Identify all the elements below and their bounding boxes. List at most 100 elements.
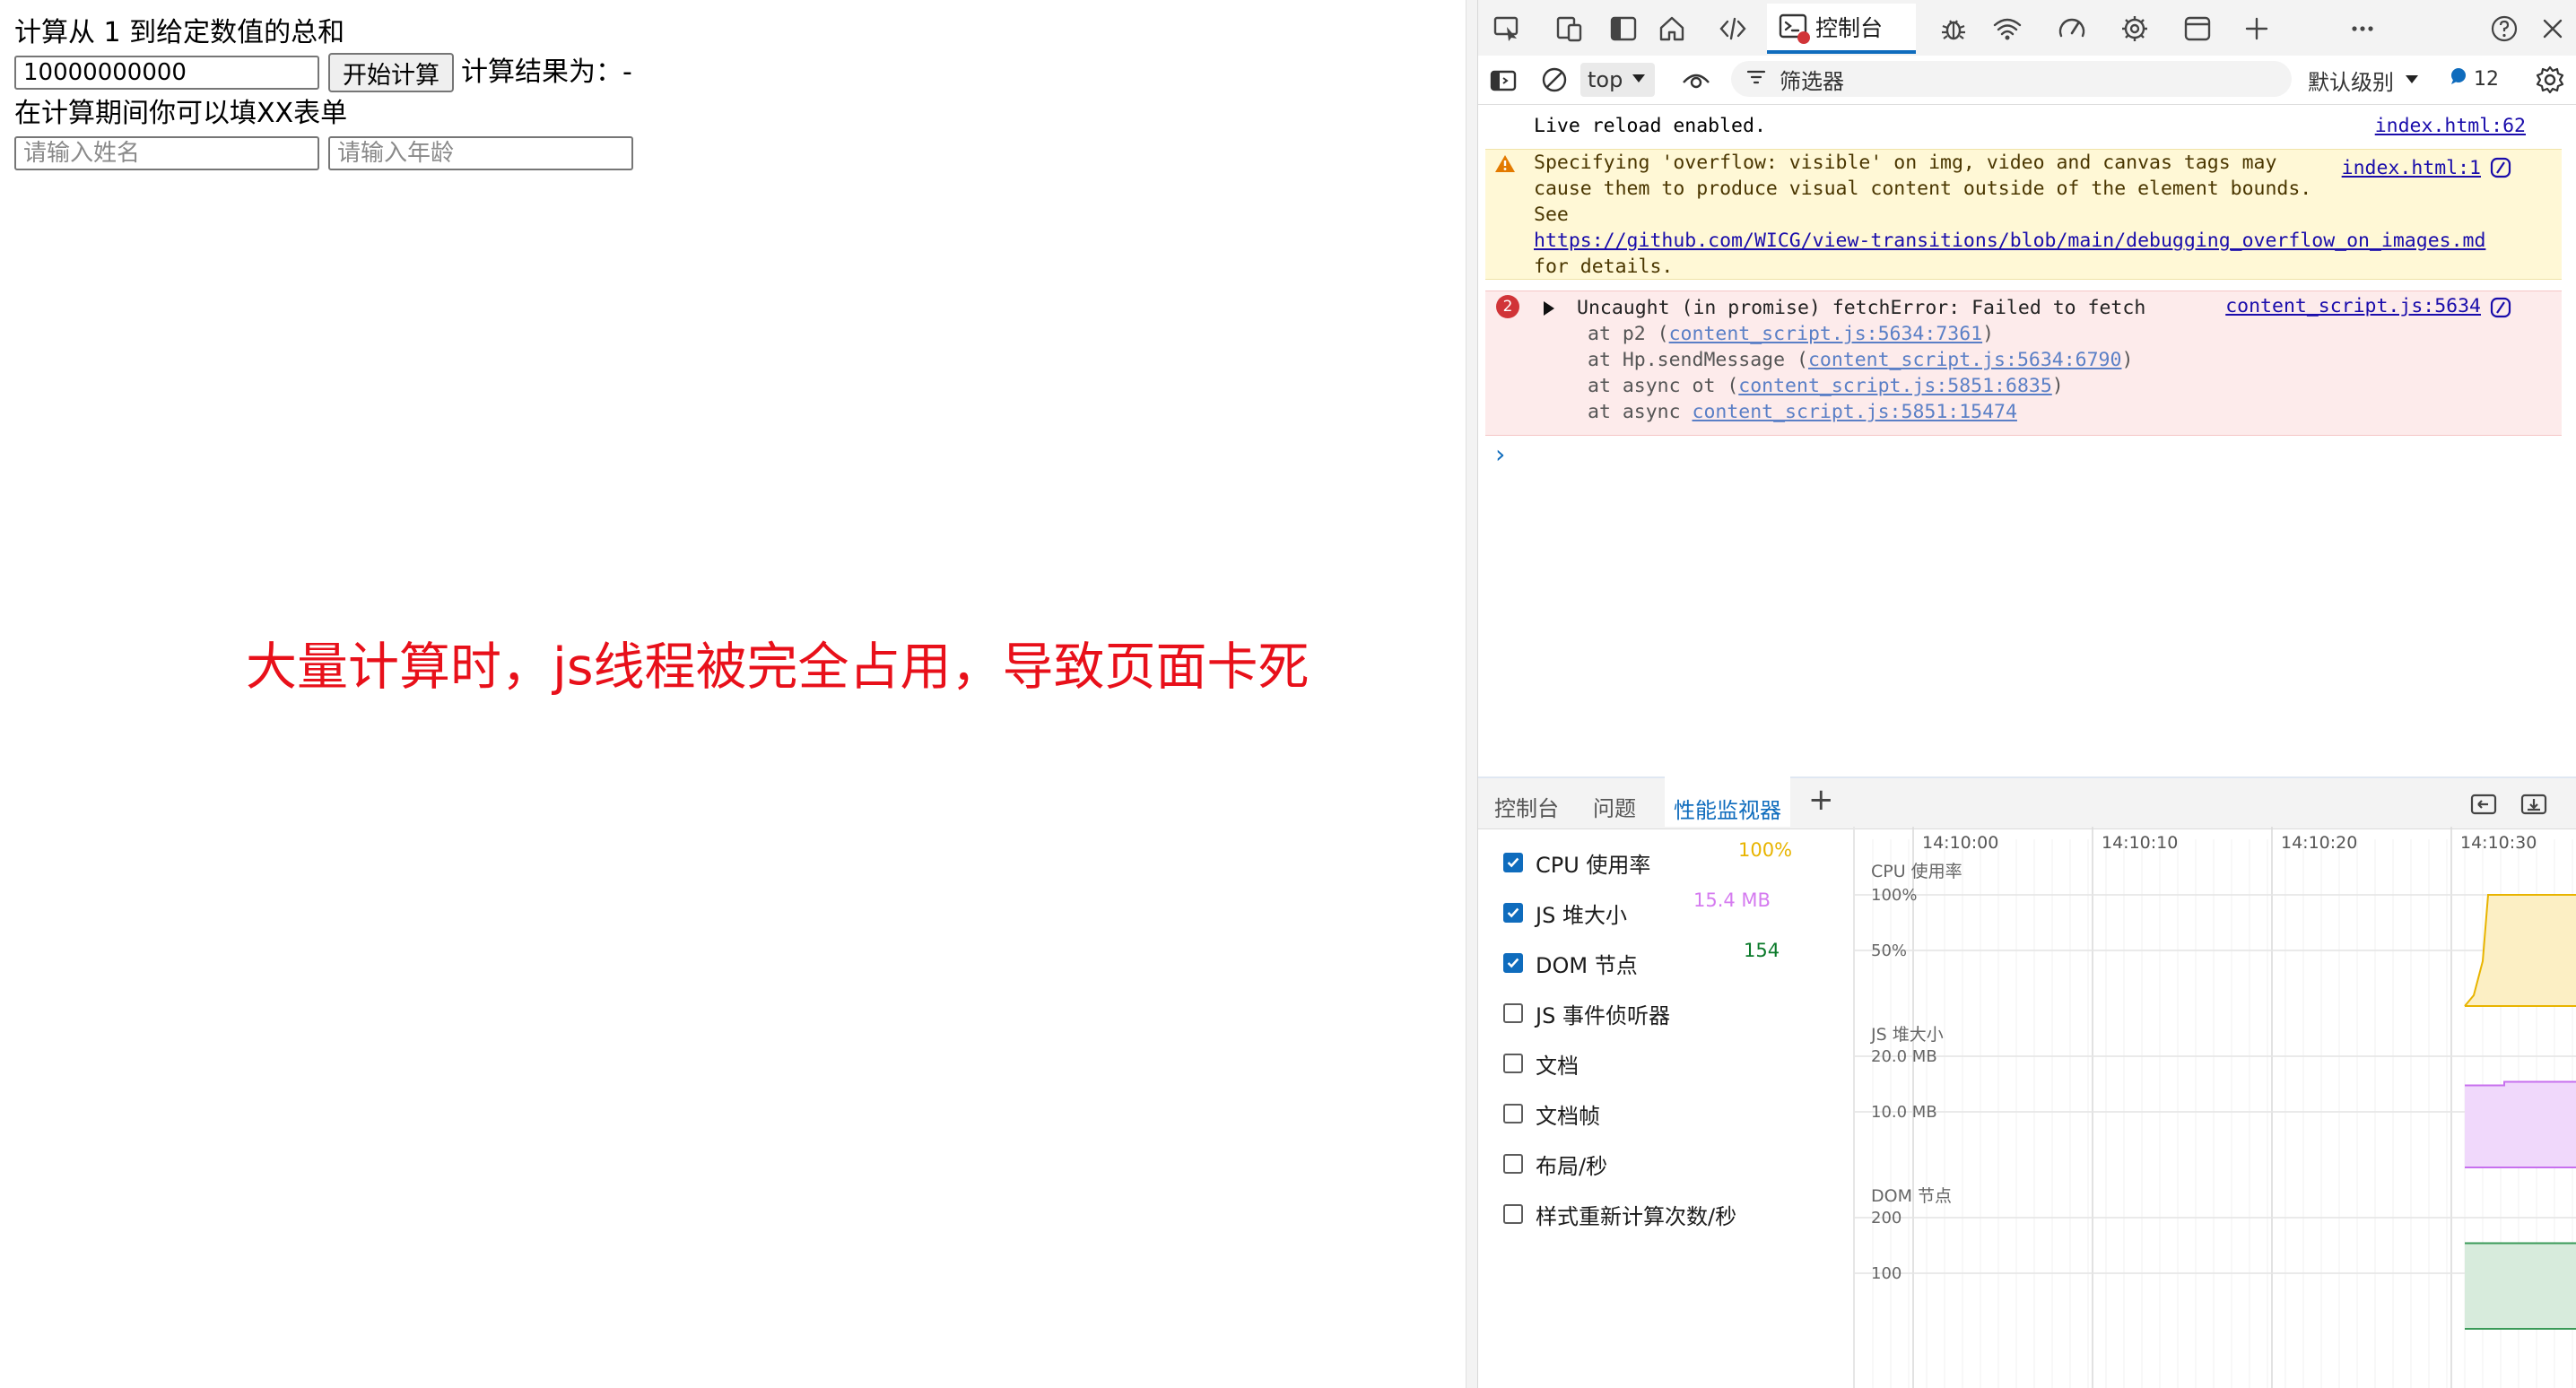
value-tick-label: 200 [1871,1209,1902,1228]
age-input[interactable] [328,136,633,170]
metric-checkbox[interactable] [1503,1204,1523,1224]
filter-input[interactable]: 筛选器 [1731,61,2292,97]
value-tick-label: 50% [1871,941,1907,960]
chart-title: JS 堆大小 [1870,1025,1944,1045]
metric-row[interactable]: DOM 节点 [1503,945,1638,981]
dropdown-arrow-icon [1630,67,1648,92]
number-input[interactable] [14,56,319,90]
metric-row[interactable]: 布局/秒 [1503,1146,1607,1182]
page-heading: 计算从 1 到给定数值的总和 [14,17,345,48]
live-expression-eye-icon[interactable] [1681,65,1711,95]
console-message-warning: Specifying 'overflow: visible' on img, v… [1485,149,2562,280]
stack-frame-link[interactable]: content_script.js:5851:15474 [1693,401,2017,423]
error-count-badge: 2 [1496,295,1519,318]
drawer-tab-issues[interactable]: 问题 [1593,791,1636,822]
stack-frame: at Hp.sendMessage (content_script.js:563… [1588,349,2134,371]
metric-current-value: 100% [1738,839,1793,861]
metric-row[interactable]: 文档 [1503,1045,1579,1081]
metric-checkbox[interactable] [1503,1154,1523,1174]
drawer-tab-console[interactable]: 控制台 [1494,791,1559,822]
stack-frame-link[interactable]: content_script.js:5634:6790 [1808,349,2122,371]
more-options-icon[interactable] [2345,11,2380,47]
copilot-explain-icon[interactable] [2488,155,2513,187]
dock-sidebar-icon[interactable] [1606,11,1641,47]
welcome-home-icon[interactable] [1654,11,1690,47]
value-tick-label: 100 [1871,1264,1902,1283]
value-tick-label: 10.0 MB [1871,1103,1937,1122]
clear-console-icon[interactable] [1539,65,1570,95]
performance-gauge-icon[interactable] [2054,11,2090,47]
console-message-error: 2 Uncaught (in promise) fetchError: Fail… [1485,291,2562,436]
web-page: 计算从 1 到给定数值的总和 开始计算 计算结果为：- 在计算期间你可以填XX表… [0,0,1466,1388]
message-source-link[interactable]: content_script.js:5634 [2225,293,2481,319]
time-tick-label: 14:10:10 [2102,833,2178,853]
metric-checkbox[interactable] [1503,1003,1523,1023]
context-select[interactable]: top [1580,63,1656,97]
heap-area-series [2465,1081,2576,1167]
metric-row[interactable]: JS 堆大小 [1503,895,1627,931]
dropdown-arrow-icon [2403,68,2421,93]
console-prompt[interactable]: › [1493,441,1508,467]
start-button[interactable]: 开始计算 [328,53,454,92]
devtools-resize-handle[interactable] [1466,0,1478,1388]
close-drawer-icon[interactable] [2519,789,2549,823]
warning-url-link[interactable]: https://github.com/WICG/view-transitions… [1534,230,2485,252]
chart-title: CPU 使用率 [1871,862,1962,881]
metric-checkbox[interactable] [1503,1104,1523,1123]
copilot-explain-icon[interactable] [2488,295,2513,327]
message-count-value: 12 [2474,67,2499,91]
metric-row[interactable]: CPU 使用率 [1503,845,1650,881]
metric-row[interactable]: 样式重新计算次数/秒 [1503,1196,1736,1232]
metric-row[interactable]: JS 事件侦听器 [1503,995,1670,1031]
metric-label: 布局/秒 [1536,1153,1608,1179]
error-text: Uncaught (in promise) fetchError: Failed… [1577,297,2146,319]
name-input[interactable] [14,136,319,170]
message-source-link[interactable]: index.html:62 [2375,113,2526,139]
drawer-tab-performance-monitor[interactable]: 性能监视器 [1665,776,1790,827]
metric-row[interactable]: 文档帧 [1503,1096,1600,1132]
help-icon[interactable] [2486,11,2522,47]
undock-drawer-icon[interactable] [2468,789,2499,823]
filter-icon [1745,66,1767,91]
warning-line: See [1534,204,1569,226]
message-count[interactable]: 12 [2449,66,2499,91]
message-bubble-icon [2449,66,2468,91]
drawer-tab-bar: 控制台 问题 性能监视器 + [1478,776,2576,829]
metric-label: DOM 节点 [1536,952,1638,978]
elements-tab-icon[interactable] [1715,11,1751,47]
metric-checkbox[interactable] [1503,903,1523,923]
application-panel-icon[interactable] [2180,11,2215,47]
log-level-select[interactable]: 默认级别 [2308,65,2421,96]
time-tick-label: 14:10:30 [2460,833,2537,853]
value-tick-label: 20.0 MB [1871,1047,1937,1066]
sources-bug-icon[interactable] [1936,11,1971,47]
console-settings-gear-icon[interactable] [2535,65,2565,95]
stack-frame-link[interactable]: content_script.js:5851:6835 [1738,375,2052,397]
console-message-info: Live reload enabled. index.html:62 [1485,113,2562,140]
close-devtools-icon[interactable] [2535,11,2571,47]
chart-title: DOM 节点 [1871,1186,1952,1206]
memory-chip-icon[interactable] [2117,11,2153,47]
message-text: Live reload enabled. [1534,115,1766,137]
metric-checkbox[interactable] [1503,853,1523,872]
network-wifi-icon[interactable] [1989,11,2025,47]
devtools-toolbar: 控制台 [1478,0,2576,56]
inspect-icon[interactable] [1489,11,1525,47]
error-indicator-dot [1797,31,1810,44]
show-sidebar-icon[interactable] [1485,63,1521,99]
time-tick-label: 14:10:20 [2281,833,2357,853]
error-stack: at p2 (content_script.js:5634:7361) at H… [1588,321,2133,425]
metric-checkbox[interactable] [1503,953,1523,973]
message-source-link[interactable]: index.html:1 [2342,155,2481,181]
dom-area-series [2465,1243,2576,1329]
drawer-add-tab-button[interactable]: + [1808,782,1834,818]
stack-frame-link[interactable]: content_script.js:5634:7361 [1669,323,1983,345]
value-tick-label: 100% [1871,886,1917,905]
metric-checkbox[interactable] [1503,1054,1523,1073]
console-filter-bar: top 筛选器 默认级别 12 [1478,56,2576,105]
device-emulation-icon[interactable] [1552,11,1588,47]
tab-console[interactable]: 控制台 [1767,4,1916,54]
expand-triangle-icon[interactable] [1541,298,1557,324]
metric-label: 文档帧 [1536,1103,1600,1129]
more-tools-plus-icon[interactable] [2239,11,2275,47]
